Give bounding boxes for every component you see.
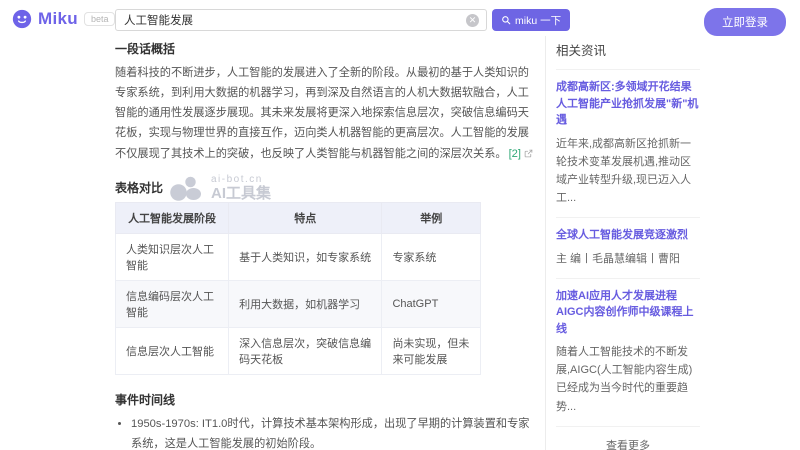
view-more-button[interactable]: 查看更多 [556, 426, 700, 450]
news-item: 成都高新区:多领域开花结果 人工智能产业抢抓发展"新"机遇 近年来,成都高新区抢… [556, 69, 700, 217]
news-summary: 随着人工智能技术的不断发展,AIGC(人工智能内容生成)已经成为当今时代的重要趋… [556, 343, 700, 416]
table-cell: 人类知识层次人工智能 [116, 233, 229, 280]
search-submit-label: miku 一下 [515, 13, 561, 28]
external-link-icon[interactable] [524, 145, 533, 165]
search-submit-button[interactable]: miku 一下 [492, 9, 570, 31]
table-cell: 信息层次人工智能 [116, 327, 229, 374]
answer-panel: 一段话概括 随着科技的不断进步，人工智能的发展进入了全新的阶段。从最初的基于人类… [115, 40, 535, 450]
table-cell: 专家系统 [382, 233, 481, 280]
table-cell: 尚未实现，但未来可能发展 [382, 327, 481, 374]
beta-badge: beta [84, 12, 116, 26]
clear-search-icon[interactable]: ✕ [466, 14, 479, 27]
comparison-table: 人工智能发展阶段 特点 举例 人类知识层次人工智能 基于人类知识，如专家系统 专… [115, 202, 481, 375]
search-bar[interactable]: ✕ [115, 9, 487, 31]
summary-paragraph: 随着科技的不断进步，人工智能的发展进入了全新的阶段。从最初的基于人类知识的专家系… [115, 63, 535, 165]
column-divider [545, 36, 546, 450]
table-row: 信息层次人工智能 深入信息层次，突破信息编码天花板 尚未实现，但未来可能发展 [116, 327, 481, 374]
news-summary: 近年来,成都高新区抢抓新一轮技术变革发展机遇,推动区域产业转型升级,现已迈入人工… [556, 135, 700, 208]
brand-logo[interactable]: Miku beta [12, 9, 115, 29]
table-row: 人类知识层次人工智能 基于人类知识，如专家系统 专家系统 [116, 233, 481, 280]
table-heading: 表格对比 [115, 179, 535, 196]
table-header-cell: 特点 [229, 202, 382, 233]
related-news-panel: 相关资讯 成都高新区:多领域开花结果 人工智能产业抢抓发展"新"机遇 近年来,成… [556, 40, 700, 450]
news-title-link[interactable]: 加速AI应用人才发展进程 AIGC内容创作师中级课程上线 [556, 288, 700, 338]
summary-text: 随着科技的不断进步，人工智能的发展进入了全新的阶段。从最初的基于人类知识的专家系… [115, 67, 529, 160]
table-cell: 深入信息层次，突破信息编码天花板 [229, 327, 382, 374]
table-header-cell: 举例 [382, 202, 481, 233]
table-cell: 信息编码层次人工智能 [116, 280, 229, 327]
summary-heading: 一段话概括 [115, 40, 535, 57]
brand-name: Miku [38, 9, 78, 29]
table-row: 信息编码层次人工智能 利用大数据，如机器学习 ChatGPT [116, 280, 481, 327]
table-header-row: 人工智能发展阶段 特点 举例 [116, 202, 481, 233]
table-cell: 利用大数据，如机器学习 [229, 280, 382, 327]
miku-face-icon [12, 9, 32, 29]
related-news-heading: 相关资讯 [556, 40, 700, 59]
table-cell: 基于人类知识，如专家系统 [229, 233, 382, 280]
timeline-heading: 事件时间线 [115, 391, 535, 408]
login-button[interactable]: 立即登录 [704, 8, 786, 36]
news-summary: 主 编丨毛晶慧编辑丨曹阳 [556, 250, 700, 268]
timeline-item: 1950s-1970s: IT1.0时代，计算技术基本架构形成，出现了早期的计算… [131, 414, 535, 450]
search-input[interactable] [116, 14, 466, 26]
news-item: 加速AI应用人才发展进程 AIGC内容创作师中级课程上线 随着人工智能技术的不断… [556, 278, 700, 426]
table-header-cell: 人工智能发展阶段 [116, 202, 229, 233]
miku-search-page: Miku beta ✕ miku 一下 立即登录 一段话概括 随着科技的不断进步… [0, 0, 800, 450]
news-title-link[interactable]: 全球人工智能发展竞逐激烈 [556, 227, 700, 244]
news-item: 全球人工智能发展竞逐激烈 主 编丨毛晶慧编辑丨曹阳 [556, 217, 700, 278]
news-title-link[interactable]: 成都高新区:多领域开花结果 人工智能产业抢抓发展"新"机遇 [556, 79, 700, 129]
table-cell: ChatGPT [382, 280, 481, 327]
search-icon [501, 15, 511, 25]
summary-citation-link[interactable]: [2] [509, 148, 521, 160]
timeline-list: 1950s-1970s: IT1.0时代，计算技术基本架构形成，出现了早期的计算… [115, 414, 535, 450]
